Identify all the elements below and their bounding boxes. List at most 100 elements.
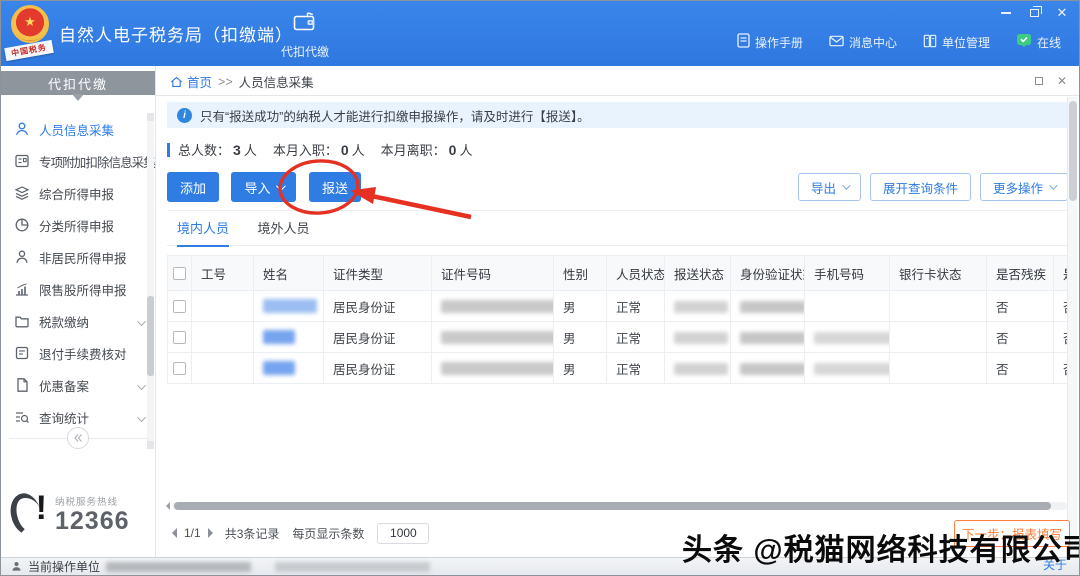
submit-button-label: 报送 — [322, 178, 348, 197]
id-card-icon — [14, 153, 30, 169]
expand-query-label: 展开查询条件 — [883, 178, 958, 197]
table-row[interactable]: 居民身份证 男 正常 否 否 — [168, 291, 1069, 322]
redacted-id-number — [441, 331, 554, 344]
breadcrumb: 首页 >> 人员信息采集 ✕ — [156, 68, 1080, 96]
message-center-link[interactable]: 消息中心 — [829, 34, 897, 51]
panel-maximize-icon[interactable] — [1035, 77, 1043, 85]
col-cert-number: 证件号码 — [432, 256, 554, 291]
prev-page-icon[interactable] — [167, 528, 177, 538]
scroll-left-icon[interactable] — [162, 502, 170, 510]
submit-button[interactable]: 报送 — [309, 172, 361, 202]
col-name: 姓名 — [254, 256, 324, 291]
sidebar-item-preference-filing[interactable]: 优惠备案 — [1, 369, 155, 401]
document-check-icon — [14, 345, 30, 361]
row-checkbox[interactable] — [173, 331, 186, 344]
breadcrumb-home-link[interactable]: 首页 — [170, 72, 212, 91]
vertical-scrollbar[interactable] — [1067, 97, 1077, 557]
sidebar-item-refund-fee-check[interactable]: 退付手续费核对 — [1, 337, 155, 369]
tab-overseas-personnel[interactable]: 境外人员 — [257, 218, 309, 245]
sidebar-item-label: 退付手续费核对 — [39, 344, 127, 363]
row-checkbox[interactable] — [173, 362, 186, 375]
org-management-link[interactable]: 单位管理 — [923, 34, 990, 51]
next-page-icon[interactable] — [208, 528, 218, 538]
col-bank-card-status: 银行卡状态 — [890, 256, 987, 291]
org-management-label: 单位管理 — [942, 34, 990, 51]
layers-icon — [14, 185, 30, 201]
tab-domestic-personnel[interactable]: 境内人员 — [177, 218, 229, 247]
maximize-button[interactable] — [1027, 7, 1041, 19]
more-actions-button[interactable]: 更多操作 — [980, 173, 1068, 201]
sidebar-item-label: 人员信息采集 — [39, 120, 114, 139]
col-submit-status: 报送状态 — [665, 256, 731, 291]
stat-label: 总人数： — [178, 140, 230, 159]
info-icon: i — [177, 108, 192, 123]
redacted-phone — [814, 363, 890, 375]
sidebar-item-comprehensive-income[interactable]: 综合所得申报 — [1, 177, 155, 209]
chevron-down-icon — [137, 413, 146, 422]
wallet-icon — [293, 12, 317, 36]
sidebar-collapse-row — [1, 426, 156, 450]
close-button[interactable]: ✕ — [1055, 7, 1069, 19]
add-button[interactable]: 添加 — [167, 172, 219, 202]
table-row[interactable]: 居民身份证 男 正常 否 否 — [168, 322, 1069, 353]
expand-query-button[interactable]: 展开查询条件 — [870, 173, 971, 201]
sidebar-item-tax-payment[interactable]: 税款缴纳 — [1, 305, 155, 337]
records-count: 共3条记录 — [225, 525, 280, 542]
collapse-sidebar-button[interactable] — [67, 427, 89, 449]
hotline-number: 12366 — [55, 508, 130, 534]
table-row[interactable]: 居民身份证 男 正常 否 否 — [168, 353, 1069, 384]
close-icon: ✕ — [1057, 8, 1068, 18]
next-step-button[interactable]: 下一步：报表填写 — [954, 520, 1070, 547]
table-tools: 导出 展开查询条件 更多操作 — [798, 173, 1068, 201]
chevron-down-icon — [1049, 181, 1057, 189]
select-all-checkbox[interactable] — [173, 267, 186, 280]
sidebar-item-personnel-info[interactable]: 人员信息采集 — [1, 113, 155, 145]
actions-row: 添加 导入 报送 导出 展开查询条件 更多操作 — [167, 172, 1068, 202]
divider — [167, 210, 1068, 211]
export-button-label: 导出 — [811, 178, 836, 197]
import-button-label: 导入 — [244, 178, 270, 197]
minimize-button[interactable] — [999, 7, 1013, 19]
sidebar-item-classified-income[interactable]: 分类所得申报 — [1, 209, 155, 241]
redacted-id-number — [441, 362, 554, 375]
redacted-phone — [814, 332, 890, 344]
double-chevron-left-icon — [73, 433, 83, 443]
horizontal-scrollbar[interactable] — [162, 501, 1077, 510]
about-link[interactable]: 关于 — [1043, 556, 1067, 573]
minimize-icon — [1001, 12, 1011, 14]
redacted-name — [263, 361, 295, 375]
panel-controls: ✕ — [1035, 76, 1067, 86]
online-status[interactable]: 在线 — [1016, 33, 1061, 51]
panel-close-icon[interactable]: ✕ — [1057, 76, 1067, 86]
sidebar-item-special-deduction[interactable]: 专项附加扣除信息采集 — [1, 145, 155, 177]
stat-value: 0 — [341, 142, 349, 158]
export-button[interactable]: 导出 — [798, 173, 861, 201]
stat-value: 0 — [449, 142, 457, 158]
sidebar-item-restricted-stock[interactable]: 限售股所得申报 — [1, 273, 155, 305]
row-checkbox[interactable] — [173, 300, 186, 313]
scrollbar-thumb[interactable] — [174, 502, 1051, 510]
add-button-label: 添加 — [180, 178, 206, 197]
sidebar-scrollbar[interactable] — [147, 113, 154, 449]
tax-bureau-logo: 中国税务 — [6, 4, 54, 62]
per-page-input[interactable] — [377, 523, 429, 544]
import-button[interactable]: 导入 — [231, 172, 296, 202]
accent-bar — [167, 143, 170, 157]
scrollbar-thumb[interactable] — [1069, 101, 1077, 201]
manual-link[interactable]: 操作手册 — [737, 33, 803, 51]
stat-unit: 人 — [459, 140, 472, 159]
col-truncated: 是 — [1054, 256, 1069, 291]
col-disabled: 是否残疾 — [987, 256, 1054, 291]
app-title: 自然人电子税务局（扣缴端） — [59, 1, 293, 66]
nav-tab-label: 代扣代缴 — [281, 43, 329, 60]
sidebar-item-label: 综合所得申报 — [39, 184, 114, 203]
scrollbar-thumb[interactable] — [147, 296, 154, 376]
nav-tab-withholding[interactable]: 代扣代缴 — [273, 12, 337, 60]
main-content: 首页 >> 人员信息采集 ✕ i 只有“报送成功”的纳税人才能进行扣缴申报操作，… — [156, 68, 1080, 559]
hotline-label: 纳税服务热线 — [55, 494, 130, 508]
sidebar-item-nonresident-income[interactable]: 非居民所得申报 — [1, 241, 155, 273]
col-cert-type: 证件类型 — [324, 256, 432, 291]
user-icon — [11, 561, 22, 572]
online-icon — [1016, 33, 1032, 51]
file-icon — [14, 377, 30, 393]
